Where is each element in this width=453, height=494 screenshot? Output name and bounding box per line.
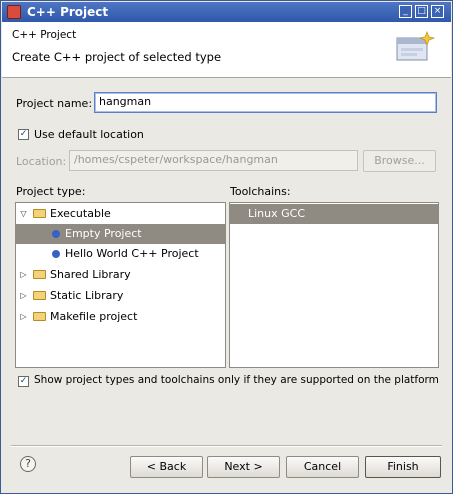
project-name-value: hangman xyxy=(99,95,152,108)
location-label: Location: xyxy=(16,155,67,168)
project-type-label: Project type: xyxy=(16,185,86,198)
tree-item-label: Shared Library xyxy=(50,268,131,281)
tree-item-makefile-project[interactable]: ▷ Makefile project xyxy=(16,307,225,327)
header-title: C++ Project xyxy=(12,29,77,41)
browse-button[interactable]: Browse... xyxy=(363,150,436,172)
project-type-tree[interactable]: ▽ Executable Empty Project Hello World C… xyxy=(15,202,226,368)
use-default-location-checkbox[interactable]: ✓ xyxy=(18,129,29,140)
c-cpp-project-icon xyxy=(7,5,21,19)
tree-item-label: Executable xyxy=(50,207,111,220)
tree-item-label: Static Library xyxy=(50,289,124,302)
expand-arrow-icon[interactable]: ▷ xyxy=(19,291,28,300)
use-default-location-label: Use default location xyxy=(34,128,144,141)
tree-item-empty-project[interactable]: Empty Project xyxy=(16,224,225,244)
wizard-banner-icon xyxy=(396,31,435,61)
new-cpp-project-dialog: C++ Project _ □ × C++ Project Create C++… xyxy=(0,0,453,494)
project-template-icon xyxy=(52,250,60,258)
wizard-header: C++ Project Create C++ project of select… xyxy=(2,22,451,78)
cancel-button[interactable]: Cancel xyxy=(286,456,359,478)
toolchains-label: Toolchains: xyxy=(230,185,291,198)
minimize-button[interactable]: _ xyxy=(399,5,412,18)
folder-icon xyxy=(33,291,46,300)
collapse-arrow-icon[interactable]: ▽ xyxy=(19,209,28,218)
tree-item-label: Makefile project xyxy=(50,310,138,323)
tree-item-hello-world[interactable]: Hello World C++ Project xyxy=(16,244,225,264)
title-bar: C++ Project _ □ × xyxy=(2,2,451,22)
folder-icon xyxy=(33,270,46,279)
help-icon[interactable]: ? xyxy=(20,456,36,472)
expand-arrow-icon[interactable]: ▷ xyxy=(19,312,28,321)
project-name-input[interactable]: hangman xyxy=(94,92,437,113)
button-bar-separator xyxy=(11,445,442,447)
window-title: C++ Project xyxy=(27,5,109,19)
back-button[interactable]: < Back xyxy=(130,456,203,478)
project-name-label: Project name: xyxy=(16,97,93,110)
next-button[interactable]: Next > xyxy=(207,456,280,478)
toolchain-item-label: Linux GCC xyxy=(248,207,306,220)
folder-icon xyxy=(33,312,46,321)
header-description: Create C++ project of selected type xyxy=(12,50,222,64)
tree-item-executable[interactable]: ▽ Executable xyxy=(16,204,225,224)
tree-item-label: Hello World C++ Project xyxy=(65,247,199,260)
show-supported-only-label: Show project types and toolchains only i… xyxy=(34,374,439,386)
project-template-icon xyxy=(52,230,60,238)
location-value: /homes/cspeter/workspace/hangman xyxy=(74,153,278,166)
tree-item-label: Empty Project xyxy=(65,227,142,240)
location-input[interactable]: /homes/cspeter/workspace/hangman xyxy=(69,150,358,171)
toolchains-list[interactable]: Linux GCC xyxy=(229,202,439,368)
close-button[interactable]: × xyxy=(431,5,444,18)
tree-item-shared-library[interactable]: ▷ Shared Library xyxy=(16,265,225,285)
finish-button[interactable]: Finish xyxy=(365,456,441,478)
toolchain-item-linux-gcc[interactable]: Linux GCC xyxy=(230,204,438,224)
folder-icon xyxy=(33,209,46,218)
maximize-button[interactable]: □ xyxy=(415,5,428,18)
expand-arrow-icon[interactable]: ▷ xyxy=(19,270,28,279)
show-supported-only-checkbox[interactable]: ✓ xyxy=(18,376,29,387)
tree-item-static-library[interactable]: ▷ Static Library xyxy=(16,286,225,306)
